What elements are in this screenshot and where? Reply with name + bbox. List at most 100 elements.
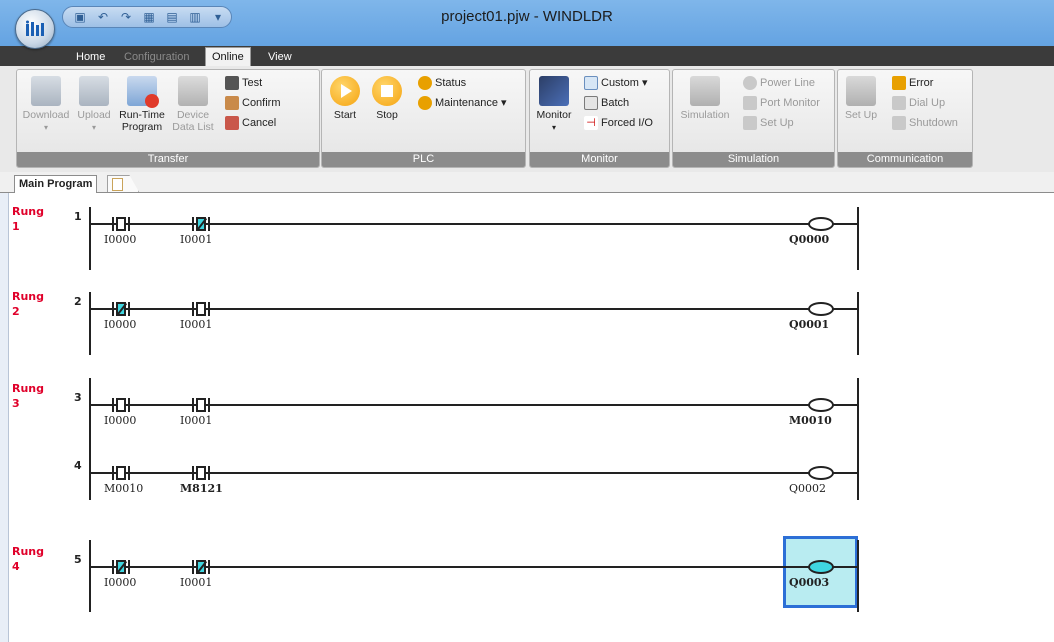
tab-view[interactable]: View [262,48,298,66]
normally-open-contact[interactable] [186,466,216,480]
rung-number: 1 [12,220,20,233]
left-power-rail [89,378,91,500]
stop-icon [372,76,402,106]
contact-operand: I0000 [104,576,137,589]
contact-bar-l [192,560,194,574]
contact-operand: M0010 [104,482,144,495]
rung-word: Rung [12,205,45,218]
document-tab-strip: Main Program [0,172,1054,194]
contact-box [116,466,126,480]
tab-online[interactable]: Online [205,47,251,66]
right-power-rail [857,540,859,612]
monitor-group-label: Monitor [530,152,669,167]
plc-group: Start Stop Status Maintenance ▾ PLC [321,69,526,168]
communication-set-up-button[interactable]: Set Up [842,76,880,121]
application-menu-button[interactable] [15,9,55,49]
maintenance-button[interactable]: Maintenance ▾ [418,94,507,112]
output-coil[interactable] [808,398,834,412]
transfer-group-label: Transfer [17,152,319,167]
start-icon [330,76,360,106]
left-power-rail [89,540,91,612]
normally-open-contact[interactable] [106,217,136,231]
device-data-list-button[interactable]: Device Data List [169,76,217,133]
simulation-set-up-button[interactable]: Set Up [743,114,794,132]
upload-button[interactable]: Upload ▾ [73,76,115,134]
contact-box [196,398,206,412]
output-coil[interactable] [808,302,834,316]
normally-closed-contact[interactable] [106,560,136,574]
transfer-group: Download ▾ Upload ▾ Run-Time Program Device… [16,69,320,168]
normally-open-contact[interactable] [106,466,136,480]
ribbon: Download ▾ Upload ▾ Run-Time Program Device… [0,66,1054,173]
line-number: 2 [74,295,82,308]
output-coil[interactable] [808,466,834,480]
normally-closed-contact[interactable] [106,302,136,316]
cancel-button[interactable]: Cancel [225,114,276,132]
communication-group-label: Communication [838,152,972,167]
custom-button[interactable]: Custom ▾ [584,74,647,92]
contact-operand: I0001 [180,233,213,246]
line-number: 5 [74,553,82,566]
contact-bar-l [112,217,114,231]
contact-operand: I0000 [104,233,137,246]
contact-box [116,398,126,412]
dial-up-icon [892,96,906,111]
new-tab-button[interactable] [107,175,139,192]
normally-open-contact[interactable] [186,398,216,412]
forced-io-button[interactable]: ⊣ Forced I/O [584,114,653,132]
rung-number: 3 [12,397,20,410]
device-data-list-icon [178,76,208,106]
normally-open-contact[interactable] [106,398,136,412]
rung-word: Rung [12,382,45,395]
line-number: 1 [74,210,82,223]
confirm-button[interactable]: Confirm [225,94,281,112]
contact-bar-r [128,466,130,480]
right-power-rail [857,292,859,355]
contact-operand: M8121 [180,482,223,495]
tab-home[interactable]: Home [70,48,111,66]
rung-number: 4 [12,560,20,573]
contact-bar-r [208,466,210,480]
simulation-group-label: Simulation [673,152,834,167]
contact-operand: I0001 [180,318,213,331]
coil-operand: Q0003 [789,576,830,589]
output-coil[interactable] [808,217,834,231]
port-monitor-button[interactable]: Port Monitor [743,94,820,112]
tab-configuration: Configuration [124,51,190,63]
start-button[interactable]: Start [328,76,362,121]
normally-open-contact[interactable] [186,302,216,316]
dial-up-button[interactable]: Dial Up [892,94,945,112]
communication-group: Set Up Error Dial Up Shutdown Communicat… [837,69,973,168]
run-time-program-button[interactable]: Run-Time Program [117,76,167,133]
status-button[interactable]: Status [418,74,466,92]
output-coil[interactable] [808,560,834,574]
monitor-button[interactable]: Monitor ▾ [532,76,576,134]
coil-operand: Q0001 [789,318,830,331]
contact-bar-r [128,398,130,412]
simulation-button[interactable]: Simulation [677,76,733,121]
batch-list-icon [584,96,598,111]
custom-table-icon [584,76,598,91]
contact-box [196,466,206,480]
tab-main-program[interactable]: Main Program [14,175,98,194]
rung-word: Rung [12,545,45,558]
right-power-rail [857,207,859,270]
download-button[interactable]: Download ▾ [21,76,71,134]
shutdown-button[interactable]: Shutdown [892,114,958,132]
upload-icon [79,76,109,106]
error-button[interactable]: Error [892,74,933,92]
normally-closed-contact[interactable] [186,217,216,231]
stop-button[interactable]: Stop [370,76,404,121]
new-page-icon [112,178,123,191]
power-line-button[interactable]: Power Line [743,74,815,92]
batch-button[interactable]: Batch [584,94,629,112]
coil-operand: Q0000 [789,233,830,246]
contact-bar-l [192,466,194,480]
maintenance-warning-icon [418,96,432,111]
normally-closed-contact[interactable] [186,560,216,574]
communication-set-up-icon [846,76,876,106]
left-margin-bar [0,193,9,642]
ladder-editor[interactable]: Rung 1 1 I0000 I0001 Q0000 Rung 2 2 I0000 I0001 Q00… [0,193,1054,642]
test-button[interactable]: Test [225,74,262,92]
windldr-logo-icon [26,20,44,36]
